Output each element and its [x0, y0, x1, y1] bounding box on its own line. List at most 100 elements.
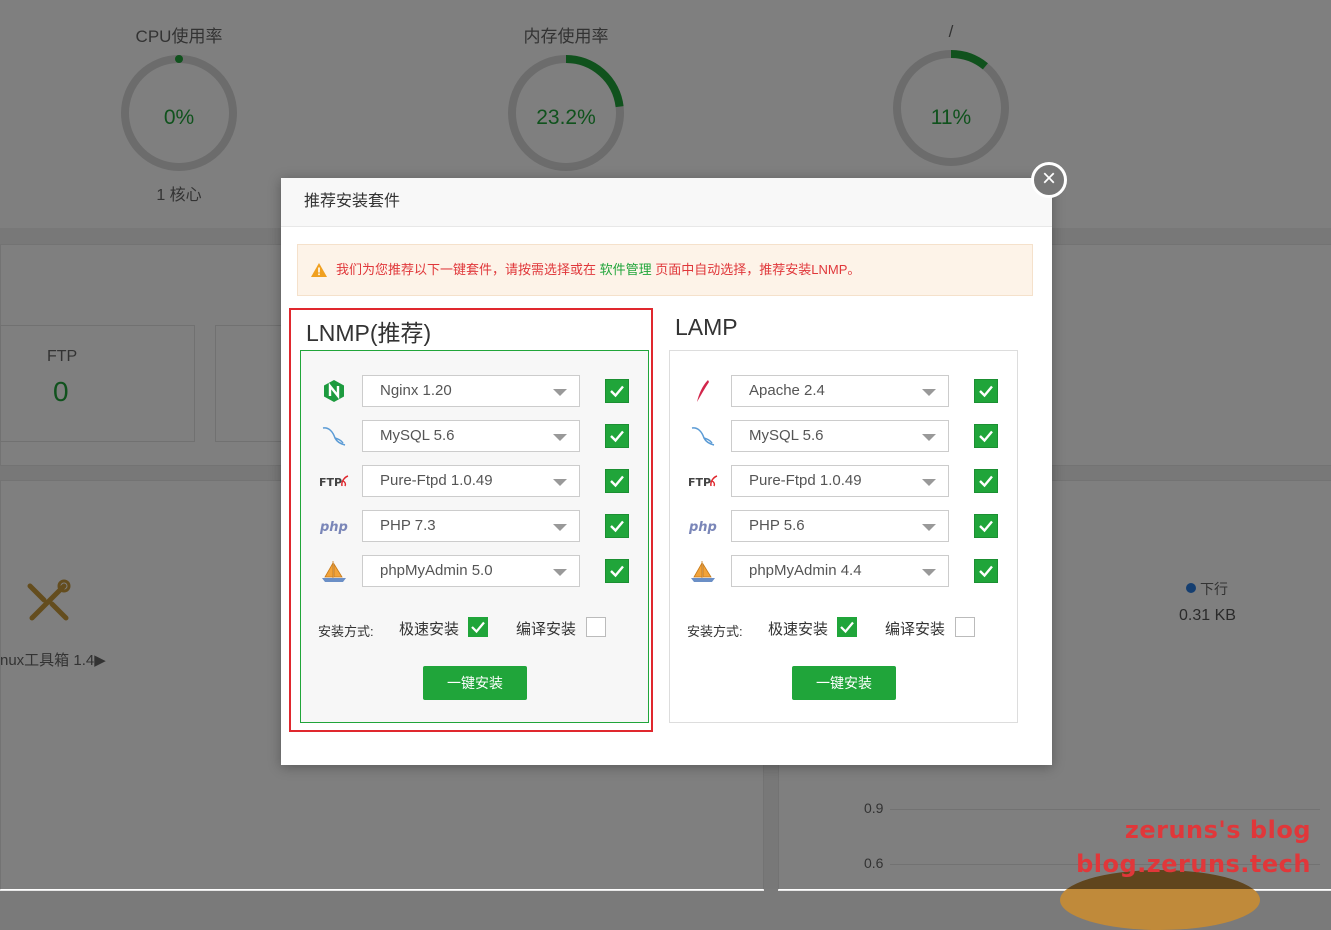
- package-row: Nginx 1.20: [301, 375, 648, 407]
- check-icon: [610, 520, 624, 533]
- nginx-version-select[interactable]: Nginx 1.20: [362, 375, 580, 407]
- chevron-down-icon: [922, 479, 936, 486]
- check-icon: [979, 520, 993, 533]
- package-row: php PHP 7.3: [301, 510, 648, 542]
- phpmyadmin-version-select[interactable]: phpMyAdmin 4.4: [731, 555, 949, 587]
- select-value: Nginx 1.20: [380, 382, 452, 399]
- chevron-down-icon: [922, 569, 936, 576]
- check-icon: [979, 385, 993, 398]
- mysql-version-select[interactable]: MySQL 5.6: [362, 420, 580, 452]
- phpmyadmin-version-select[interactable]: phpMyAdmin 5.0: [362, 555, 580, 587]
- mysql-checkbox[interactable]: [605, 424, 629, 448]
- check-icon: [840, 621, 854, 634]
- install-method-label: 安装方式:: [318, 624, 374, 639]
- select-value: PHP 5.6: [749, 517, 805, 534]
- select-value: MySQL 5.6: [380, 427, 455, 444]
- check-icon: [610, 430, 624, 443]
- nginx-icon: [324, 380, 344, 402]
- warning-icon: [311, 263, 327, 277]
- select-value: MySQL 5.6: [749, 427, 824, 444]
- mysql-version-select[interactable]: MySQL 5.6: [731, 420, 949, 452]
- phpmyadmin-checkbox[interactable]: [605, 559, 629, 583]
- modal-header: 推荐安装套件: [281, 178, 1052, 227]
- fast-install-checkbox[interactable]: [837, 617, 857, 637]
- mysql-checkbox[interactable]: [974, 424, 998, 448]
- check-icon: [610, 475, 624, 488]
- php-icon: php: [688, 520, 717, 535]
- ftp-version-select[interactable]: Pure-Ftpd 1.0.49: [731, 465, 949, 497]
- ftp-version-select[interactable]: Pure-Ftpd 1.0.49: [362, 465, 580, 497]
- php-version-select[interactable]: PHP 5.6: [731, 510, 949, 542]
- nginx-checkbox[interactable]: [605, 379, 629, 403]
- package-row: phpMyAdmin 5.0: [301, 555, 648, 587]
- chevron-down-icon: [553, 569, 567, 576]
- svg-text:FTP: FTP: [688, 476, 711, 489]
- chevron-down-icon: [922, 524, 936, 531]
- compile-install-checkbox[interactable]: [955, 617, 975, 637]
- php-version-select[interactable]: PHP 7.3: [362, 510, 580, 542]
- check-icon: [979, 430, 993, 443]
- apache-version-select[interactable]: Apache 2.4: [731, 375, 949, 407]
- phpmyadmin-checkbox[interactable]: [974, 559, 998, 583]
- chevron-down-icon: [922, 434, 936, 441]
- one-click-install-button[interactable]: 一键安装: [792, 666, 896, 700]
- select-value: PHP 7.3: [380, 517, 436, 534]
- php-checkbox[interactable]: [974, 514, 998, 538]
- package-row: Apache 2.4: [670, 375, 1017, 407]
- check-icon: [979, 475, 993, 488]
- package-row: MySQL 5.6: [670, 420, 1017, 452]
- php-checkbox[interactable]: [605, 514, 629, 538]
- recommend-notice: 我们为您推荐以下一键套件，请按需选择或在 软件管理 页面中自动选择，推荐安装LN…: [297, 244, 1033, 296]
- svg-text:FTP: FTP: [319, 476, 342, 489]
- check-icon: [610, 565, 624, 578]
- install-method: 安装方式: 极速安装 编译安装: [687, 617, 1007, 641]
- package-row: phpMyAdmin 4.4: [670, 555, 1017, 587]
- modal-title: 推荐安装套件: [304, 193, 401, 210]
- one-click-install-button[interactable]: 一键安装: [423, 666, 527, 700]
- ftp-checkbox[interactable]: [974, 469, 998, 493]
- lnmp-title: LNMP(推荐): [306, 320, 432, 346]
- package-row: FTP Pure-Ftpd 1.0.49: [301, 465, 648, 497]
- software-manage-link[interactable]: 软件管理: [600, 262, 652, 277]
- apache-icon: [697, 380, 709, 402]
- watermark-line: blog.zeruns.tech: [1076, 850, 1311, 878]
- check-icon: [471, 621, 485, 634]
- lnmp-suite: Nginx 1.20 MySQL 5.6 FTP Pure-Ftpd 1.0.4…: [300, 350, 649, 723]
- ftp-checkbox[interactable]: [605, 469, 629, 493]
- chevron-down-icon: [553, 389, 567, 396]
- chevron-down-icon: [922, 389, 936, 396]
- php-icon: php: [319, 520, 348, 535]
- fast-install-checkbox[interactable]: [468, 617, 488, 637]
- install-method-label: 安装方式:: [687, 624, 743, 639]
- check-icon: [610, 385, 624, 398]
- close-button[interactable]: ×: [1031, 162, 1067, 198]
- package-row: php PHP 5.6: [670, 510, 1017, 542]
- chevron-down-icon: [553, 524, 567, 531]
- compile-install-label[interactable]: 编译安装: [885, 618, 945, 639]
- notice-text-after: 页面中自动选择，推荐安装LNMP。: [651, 262, 861, 277]
- fast-install-label[interactable]: 极速安装: [768, 618, 828, 639]
- phpmyadmin-icon: [322, 561, 346, 582]
- recommend-install-modal: 推荐安装套件 我们为您推荐以下一键套件，请按需选择或在 软件管理 页面中自动选择…: [281, 178, 1052, 765]
- compile-install-checkbox[interactable]: [586, 617, 606, 637]
- svg-text:php: php: [688, 520, 717, 535]
- ftp-icon: FTP: [688, 475, 718, 489]
- chevron-down-icon: [553, 479, 567, 486]
- apache-checkbox[interactable]: [974, 379, 998, 403]
- install-method: 安装方式: 极速安装 编译安装: [318, 617, 638, 641]
- phpmyadmin-icon: [691, 561, 715, 582]
- select-value: phpMyAdmin 4.4: [749, 562, 862, 579]
- check-icon: [979, 565, 993, 578]
- select-value: Pure-Ftpd 1.0.49: [380, 472, 493, 489]
- watermark-line: zeruns's blog: [1124, 816, 1311, 844]
- svg-text:php: php: [319, 520, 348, 535]
- package-row: FTP Pure-Ftpd 1.0.49: [670, 465, 1017, 497]
- select-value: Apache 2.4: [749, 382, 825, 399]
- lamp-suite: Apache 2.4 MySQL 5.6 FTP Pure-Ftpd 1.0.4…: [669, 350, 1018, 723]
- select-value: phpMyAdmin 5.0: [380, 562, 493, 579]
- fast-install-label[interactable]: 极速安装: [399, 618, 459, 639]
- notice-text-before: 我们为您推荐以下一键套件，请按需选择或在: [336, 262, 600, 277]
- select-value: Pure-Ftpd 1.0.49: [749, 472, 862, 489]
- package-row: MySQL 5.6: [301, 420, 648, 452]
- compile-install-label[interactable]: 编译安装: [516, 618, 576, 639]
